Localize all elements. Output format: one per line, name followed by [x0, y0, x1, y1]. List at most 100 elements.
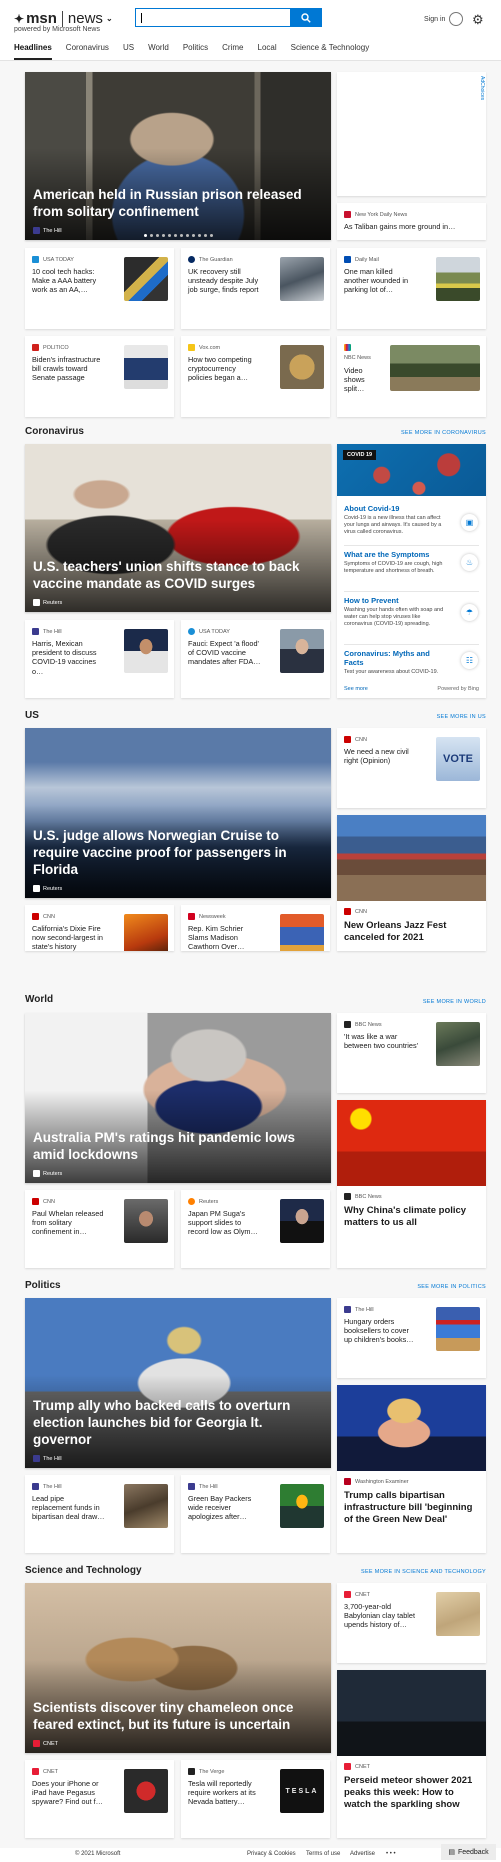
gear-icon[interactable]: ⚙ [472, 12, 484, 28]
more-menu[interactable]: • • • [386, 1851, 396, 1857]
carousel-dot[interactable] [155, 234, 159, 237]
hero-politics[interactable]: Trump ally who backed calls to overturn … [25, 1298, 331, 1468]
source-name: CNN [355, 908, 367, 915]
news-card[interactable]: CNN Paul Whelan released from solitary c… [25, 1190, 174, 1268]
covid-item[interactable]: About Covid-19 Covid-19 is a new illness … [344, 504, 449, 536]
see-more-link[interactable]: SEE MORE IN WORLD [423, 999, 486, 1005]
news-card[interactable]: CNN California's Dixie Fire now second-l… [25, 905, 174, 951]
carousel-dot[interactable] [161, 234, 165, 237]
tab-local[interactable]: Local [258, 42, 277, 60]
see-more-link[interactable]: SEE MORE IN US [437, 714, 486, 720]
adchoices-label[interactable]: AdChoices [479, 76, 485, 100]
source-name: Washington Examiner [355, 1478, 409, 1485]
carousel-dot[interactable] [179, 234, 183, 237]
carousel-dot[interactable] [203, 234, 207, 237]
carousel-dots[interactable] [25, 234, 331, 237]
hero-world[interactable]: Australia PM's ratings hit pandemic lows… [25, 1013, 331, 1183]
covid-see-more-link[interactable]: See more [344, 686, 368, 692]
news-card[interactable]: BBC News 'It was like a war between two … [337, 1013, 486, 1093]
tab-coronavirus[interactable]: Coronavirus [66, 42, 109, 60]
news-card[interactable]: Daily Mail One man killed another wounde… [337, 248, 486, 329]
source-logo-icon [188, 1198, 195, 1205]
news-card-tall[interactable]: BBC News Why China's climate policy matt… [337, 1100, 486, 1268]
chevron-down-icon[interactable]: ⌄ [106, 14, 113, 23]
thumbnail-text: TESLA [285, 1787, 319, 1795]
privacy-link[interactable]: Privacy & Cookies [247, 1851, 296, 1857]
quiz-icon[interactable]: ☷ [461, 652, 478, 669]
source-name: New York Daily News [355, 211, 408, 218]
card-title: How two competing cryptocurrency policie… [188, 355, 252, 383]
news-card[interactable]: USA TODAY 10 cool tech hacks: Make a AAA… [25, 248, 174, 329]
hero-coronavirus[interactable]: U.S. teachers' union shifts stance to ba… [25, 444, 331, 612]
see-more-link[interactable]: SEE MORE IN SCIENCE AND TECHNOLOGY [361, 1569, 486, 1575]
card-title: Lead pipe replacement funds in bipartisa… [32, 1494, 105, 1522]
covid-item[interactable]: Coronavirus: Myths and Facts Test your aw… [344, 649, 449, 676]
carousel-dot[interactable] [143, 234, 147, 237]
source-name: The Hill [43, 628, 62, 635]
covid-item[interactable]: What are the Symptoms Symptoms of COVID-1… [344, 550, 449, 575]
news-card[interactable]: Newsweek Rep. Kim Schrier Slams Madison … [181, 905, 330, 951]
handwash-icon[interactable]: ☂ [461, 604, 478, 621]
terms-link[interactable]: Terms of use [306, 1851, 340, 1857]
carousel-dot[interactable] [185, 234, 189, 237]
hero-us[interactable]: U.S. judge allows Norwegian Cruise to re… [25, 728, 331, 898]
feedback-button[interactable]: ▤ Feedback [441, 1844, 496, 1860]
news-card[interactable]: Reuters Japan PM Suga's support slides t… [181, 1190, 330, 1268]
card-source: Reuters [188, 1198, 218, 1205]
hero-science[interactable]: Scientists discover tiny chameleon once … [25, 1583, 331, 1753]
news-card[interactable]: CNET Does your iPhone or iPad have Pegas… [25, 1760, 174, 1838]
news-card-tall[interactable]: CNN New Orleans Jazz Fest canceled for 2… [337, 815, 486, 951]
info-icon[interactable]: ▣ [461, 514, 478, 531]
source-name: The Verge [199, 1768, 225, 1775]
carousel-dot[interactable] [191, 234, 195, 237]
news-card-tall[interactable]: Washington Examiner Trump calls bipartis… [337, 1385, 486, 1553]
tab-world[interactable]: World [148, 42, 169, 60]
card-source: Washington Examiner [344, 1478, 409, 1485]
carousel-dot[interactable] [149, 234, 153, 237]
news-card[interactable]: The Verge Tesla will reportedly require … [181, 1760, 330, 1838]
news-card[interactable]: CNN We need a new civil right (Opinion) … [337, 728, 486, 808]
card-thumbnail [124, 1199, 168, 1243]
carousel-dot[interactable] [173, 234, 177, 237]
carousel-dot[interactable] [209, 234, 213, 237]
news-card[interactable]: The Hill Green Bay Packers wide receiver… [181, 1475, 330, 1553]
advertise-link[interactable]: Advertise [350, 1851, 375, 1857]
msn-logo[interactable]: ✦ msn news ⌄ [14, 10, 113, 27]
sign-in-link[interactable]: Sign in [424, 16, 445, 23]
hero-headline[interactable]: American held in Russian prison released… [25, 72, 331, 240]
thermometer-icon[interactable]: ♨ [461, 554, 478, 571]
news-card[interactable]: NBC News Video shows split… [337, 336, 486, 417]
tab-crime[interactable]: Crime [222, 42, 243, 60]
card-thumbnail [436, 1022, 480, 1066]
news-card[interactable]: The Hill Lead pipe replacement funds in … [25, 1475, 174, 1553]
news-card[interactable]: The Hill Hungary orders booksellers to c… [337, 1298, 486, 1378]
source-logo-icon [32, 344, 39, 351]
news-card[interactable]: USA TODAY Fauci: Expect 'a flood' of COV… [181, 620, 330, 698]
news-card[interactable]: POLITICO Biden's infrastructure bill cra… [25, 336, 174, 417]
search-button[interactable] [290, 8, 322, 27]
tab-politics[interactable]: Politics [183, 42, 208, 60]
card-source: BBC News [344, 1021, 382, 1028]
card-source: BBC News [344, 1193, 382, 1200]
avatar-icon[interactable] [449, 12, 463, 26]
news-card-tall[interactable]: CNET Perseid meteor shower 2021 peaks th… [337, 1670, 486, 1838]
tab-science-technology[interactable]: Science & Technology [291, 42, 370, 60]
card-thumbnail [124, 1769, 168, 1813]
source-logo-icon [188, 913, 195, 920]
news-card[interactable]: The Hill Harris, Mexican president to di… [25, 620, 174, 698]
tab-headlines[interactable]: Headlines [14, 42, 52, 60]
see-more-link[interactable]: SEE MORE IN CORONAVIRUS [401, 430, 486, 436]
news-card[interactable]: CNET 3,700-year-old Babylonian clay tabl… [337, 1583, 486, 1663]
source-logo-icon [33, 885, 40, 892]
ad-slot[interactable]: AdChoices [337, 72, 486, 196]
carousel-dot[interactable] [167, 234, 171, 237]
source-name: CNN [43, 913, 55, 920]
card-image [337, 1100, 486, 1186]
covid-item[interactable]: How to Prevent Washing your hands often w… [344, 596, 449, 628]
news-card[interactable]: The Guardian UK recovery still unsteady … [181, 248, 330, 329]
news-card[interactable]: Vox.com How two competing cryptocurrency… [181, 336, 330, 417]
see-more-link[interactable]: SEE MORE IN POLITICS [417, 1284, 486, 1290]
news-card[interactable]: New York Daily News As Taliban gains mor… [337, 203, 486, 240]
tab-us[interactable]: US [123, 42, 134, 60]
carousel-dot[interactable] [197, 234, 201, 237]
